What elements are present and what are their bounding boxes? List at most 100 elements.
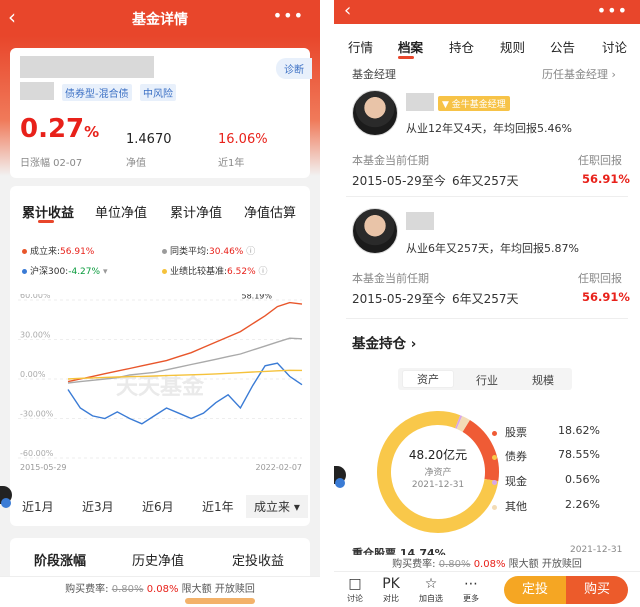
tab-discussion[interactable]: 讨论 xyxy=(602,37,627,56)
period-since-inception[interactable]: 成立来 ▾ xyxy=(246,495,308,518)
active-tab-indicator xyxy=(38,220,54,223)
manager-name-redacted xyxy=(406,212,434,230)
add-watchlist-button[interactable]: ☆ 加自选 xyxy=(416,575,446,604)
term-duration: 6年又257天 xyxy=(452,292,519,306)
nav-label: 净值 xyxy=(126,158,146,169)
side-handle[interactable] xyxy=(0,486,12,508)
y-tick-label: -30.00% xyxy=(20,410,54,419)
divider xyxy=(346,196,628,197)
chart-watermark: 天天基金 xyxy=(116,374,205,400)
right-screen: ‹ ••• 行情 档案 持仓 规则 公告 讨论 基金经理 历任基金经理 › ▼ … xyxy=(334,0,640,607)
diagnose-button[interactable]: 诊断 xyxy=(276,58,312,79)
donut-center: 48.20亿元 净资产 2021-12-31 xyxy=(408,448,468,490)
legend-cash-value: 0.56% xyxy=(565,473,600,486)
term-return: 56.91% xyxy=(582,290,630,304)
year-return-label: 近1年 xyxy=(218,158,245,169)
bottom-action-bar xyxy=(0,596,320,607)
legend-other: 其他 xyxy=(492,498,527,514)
fund-name-redacted xyxy=(20,56,154,78)
day-change-label: 日涨幅 02-07 xyxy=(20,158,83,169)
holdings-title[interactable]: 基金持仓 › xyxy=(352,332,416,352)
discuss-button[interactable]: □ 讨论 xyxy=(340,575,370,604)
header-bar: ‹ 基金详情 ••• xyxy=(0,0,320,36)
tab-holdings[interactable]: 持仓 xyxy=(449,37,474,56)
tab-cumulative-nav[interactable]: 累计净值 xyxy=(170,202,222,221)
fee-bar: 购买费率: 0.80% 0.08% 限大额 开放赎回 xyxy=(334,555,640,571)
compare-button[interactable]: PK 对比 xyxy=(376,575,406,604)
period-6m[interactable]: 近6月 xyxy=(142,498,174,515)
donut-slice-其他 xyxy=(456,416,470,432)
period-3m[interactable]: 近3月 xyxy=(82,498,114,515)
legend-bond: 债券 xyxy=(492,448,527,464)
more-button[interactable]: ⋯ 更多 xyxy=(456,575,486,604)
max-annotation: 58.19% xyxy=(241,294,272,300)
divider xyxy=(346,318,628,319)
period-tabs: 近1月 近3月 近6月 近1年 成立来 ▾ xyxy=(10,488,310,522)
term-duration: 6年又257天 xyxy=(452,174,519,188)
side-handle[interactable] xyxy=(334,466,346,488)
info-icon: ⓘ xyxy=(246,247,256,257)
legend-benchmark: 业绩比较基准:6.52% ⓘ xyxy=(162,264,268,277)
legend-hs300[interactable]: 沪深300:-4.27% ▾ xyxy=(22,264,107,277)
fund-code-redacted xyxy=(20,82,54,100)
pk-icon: PK xyxy=(382,576,400,592)
active-tab-indicator xyxy=(398,56,414,59)
sip-button[interactable]: 定投 xyxy=(504,576,566,604)
tab-cumulative-return[interactable]: 累计收益 xyxy=(22,202,74,221)
back-icon[interactable]: ‹ xyxy=(344,0,351,21)
tab-nav-estimate[interactable]: 净值估算 xyxy=(244,202,296,221)
golden-bull-badge: ▼ 金牛基金经理 xyxy=(438,96,510,111)
day-change-value: 0.27% xyxy=(20,114,100,144)
seg-assets[interactable]: 资产 xyxy=(402,370,454,388)
donut-slice-现金 xyxy=(455,415,463,429)
chart-card: 累计收益 单位净值 累计净值 净值估算 成立来:56.91% 同类平均:30.4… xyxy=(10,186,310,526)
manager-avatar[interactable] xyxy=(352,90,398,136)
term-return: 56.91% xyxy=(582,172,630,186)
more-icon[interactable]: ••• xyxy=(273,6,304,25)
tab-stage-return[interactable]: 阶段涨幅 xyxy=(34,550,86,569)
more-icon: ⋯ xyxy=(464,576,478,592)
legend-cash: 现金 xyxy=(492,473,527,489)
x-start-label: 2015-05-29 xyxy=(20,463,67,472)
x-end-label: 2022-02-07 xyxy=(256,463,303,472)
manager-name-redacted xyxy=(406,93,434,111)
buy-button[interactable]: 购买 xyxy=(566,576,628,604)
info-icon: ⓘ xyxy=(258,267,268,277)
year-return-value: 16.06% xyxy=(218,132,268,147)
dropdown-icon: ▾ xyxy=(102,267,108,277)
tab-sip-return[interactable]: 定投收益 xyxy=(232,550,284,569)
return-chart[interactable]: 天天基金 60.00% 30.00% 0.00% -30.00% -60.00% 2015… xyxy=(10,294,310,472)
holdings-segment: 资产 行业 规模 xyxy=(398,368,572,390)
chart-tabs: 累计收益 单位净值 累计净值 净值估算 xyxy=(10,186,310,223)
manager-history-link[interactable]: 历任基金经理 › xyxy=(542,66,616,82)
term-dates: 2015-05-29至今 xyxy=(352,174,446,188)
y-tick-label: -60.00% xyxy=(20,449,54,458)
tab-history-nav[interactable]: 历史净值 xyxy=(132,550,184,569)
header-bar: ‹ ••• 行情 档案 持仓 规则 公告 讨论 xyxy=(334,0,640,62)
seg-industry[interactable]: 行业 xyxy=(476,372,498,388)
legend-other-value: 2.26% xyxy=(565,498,600,511)
screen-divider xyxy=(320,0,334,607)
tab-announcements[interactable]: 公告 xyxy=(550,37,575,56)
fund-type-tag: 债券型-混合债 xyxy=(62,84,132,101)
seg-scale[interactable]: 规模 xyxy=(532,372,554,388)
y-tick-label: 60.00% xyxy=(20,294,51,300)
tab-unit-nav[interactable]: 单位净值 xyxy=(95,202,147,221)
period-1y[interactable]: 近1年 xyxy=(202,498,234,515)
tab-profile[interactable]: 档案 xyxy=(398,37,423,56)
term-dates: 2015-05-29至今 xyxy=(352,292,446,306)
more-icon[interactable]: ••• xyxy=(597,1,628,20)
bottom-action-bar: □ 讨论 PK 对比 ☆ 加自选 ⋯ 更多 定投 购买 xyxy=(334,571,640,607)
fee-bar: 购买费率: 0.80% 0.08% 限大额 开放赎回 xyxy=(0,576,320,596)
return-label: 任职回报 xyxy=(578,154,622,167)
chat-icon: □ xyxy=(348,576,362,592)
legend-bond-value: 78.55% xyxy=(558,448,600,461)
buy-button-edge[interactable] xyxy=(185,598,255,604)
period-1m[interactable]: 近1月 xyxy=(22,498,54,515)
tab-quote[interactable]: 行情 xyxy=(348,37,373,56)
tab-rules[interactable]: 规则 xyxy=(500,37,525,56)
series-line xyxy=(67,301,303,383)
term-label: 本基金当前任期 xyxy=(352,154,429,167)
manager-avatar[interactable] xyxy=(352,208,398,254)
top-holdings-date: 2021-12-31 xyxy=(570,545,623,555)
